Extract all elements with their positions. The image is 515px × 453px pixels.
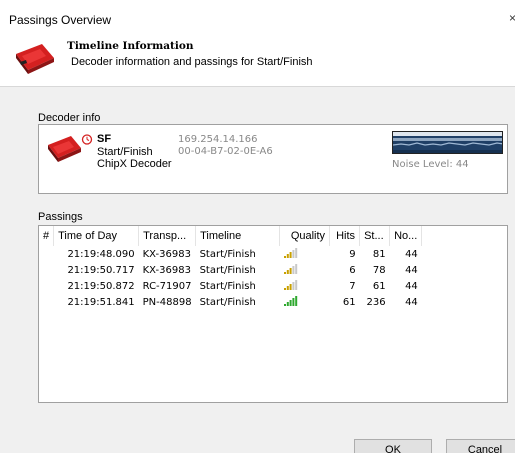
passing-number <box>39 262 54 278</box>
decoder-device-icon <box>48 136 81 162</box>
passing-noise: 44 <box>405 248 418 260</box>
passing-transponder: KX-36983 <box>142 264 191 276</box>
column-header-transponder[interactable]: Transp... <box>138 226 197 246</box>
signal-quality-icon <box>283 279 297 290</box>
passing-noise: 44 <box>405 296 418 308</box>
dialog-header: Timeline Information Decoder information… <box>0 30 515 87</box>
passing-transponder: PN-48898 <box>142 296 192 308</box>
passing-row[interactable]: 21:19:51.841 PN-48898 Start/Finish 61 236 44 <box>39 294 507 310</box>
passing-time: 21:19:50.717 <box>67 264 135 276</box>
ok-button[interactable]: OK <box>354 439 432 453</box>
decoder-info-label: Decoder info <box>38 112 101 124</box>
passing-quality <box>280 294 330 310</box>
alarm-clock-icon <box>81 134 93 145</box>
passing-time: 21:19:50.872 <box>67 280 135 292</box>
row-filler <box>422 262 507 278</box>
row-filler <box>422 246 507 262</box>
passing-noise: 44 <box>405 264 418 276</box>
decoder-ip: 169.254.14.166 <box>178 134 258 145</box>
passing-time: 21:19:48.090 <box>67 248 135 260</box>
window-title: Passings Overview <box>9 13 112 27</box>
passing-hits: 61 <box>342 296 356 308</box>
decoder-info-panel: SF Start/Finish ChipX Decoder 169.254.14… <box>38 124 508 194</box>
column-header-time[interactable]: Time of Day <box>53 226 140 246</box>
row-filler <box>422 278 507 294</box>
signal-quality-icon <box>283 263 297 274</box>
passing-timeline: Start/Finish <box>199 296 256 308</box>
passings-list[interactable]: # Time of Day Transp... Timeline Quality… <box>38 225 508 403</box>
cancel-button[interactable]: Cancel <box>446 439 515 453</box>
passing-number <box>39 294 54 310</box>
passing-number <box>39 278 54 294</box>
column-header-quality[interactable]: Quality <box>279 226 331 246</box>
passing-row[interactable]: 21:19:50.717 KX-36983 Start/Finish 6 78 44 <box>39 262 507 278</box>
passing-quality <box>280 278 330 294</box>
decoder-id: SF <box>97 133 112 145</box>
signal-quality-icon <box>283 295 297 306</box>
decoder-timeline: Start/Finish <box>97 146 153 158</box>
passing-strength: 81 <box>372 248 386 260</box>
passing-strength: 236 <box>366 296 386 308</box>
passing-timeline: Start/Finish <box>199 248 256 260</box>
header-subtitle: Decoder information and passings for Sta… <box>71 56 313 68</box>
passing-transponder: KX-36983 <box>142 248 191 260</box>
column-header-noise[interactable]: No... <box>389 226 423 246</box>
passing-quality <box>280 262 330 278</box>
passing-transponder: RC-71907 <box>142 280 192 292</box>
passings-header-row: # Time of Day Transp... Timeline Quality… <box>39 226 507 246</box>
column-header-timeline[interactable]: Timeline <box>195 226 281 246</box>
passing-hits: 6 <box>349 264 356 276</box>
column-header-hits[interactable]: Hits <box>329 226 361 246</box>
row-filler <box>422 294 507 310</box>
noise-level-label: Noise Level: 44 <box>392 159 469 170</box>
column-header-strength[interactable]: St... <box>359 226 391 246</box>
column-header-filler <box>422 226 507 246</box>
passing-hits: 7 <box>349 280 356 292</box>
passing-hits: 9 <box>349 248 356 260</box>
passing-timeline: Start/Finish <box>199 264 256 276</box>
passing-time: 21:19:51.841 <box>67 296 135 308</box>
passing-strength: 61 <box>372 280 386 292</box>
signal-quality-icon <box>283 247 297 258</box>
decoder-mac: 00-04-B7-02-0E-A6 <box>178 146 273 157</box>
close-icon[interactable]: × <box>509 11 515 25</box>
column-header-number[interactable]: # <box>39 226 55 246</box>
header-title: Timeline Information <box>67 40 194 52</box>
passing-timeline: Start/Finish <box>199 280 256 292</box>
passing-row[interactable]: 21:19:50.872 RC-71907 Start/Finish 7 61 44 <box>39 278 507 294</box>
passings-table: # Time of Day Transp... Timeline Quality… <box>39 226 507 310</box>
passing-quality <box>280 246 330 262</box>
passing-strength: 78 <box>372 264 386 276</box>
passing-noise: 44 <box>405 280 418 292</box>
noise-level-graph <box>392 131 503 154</box>
title-bar: Passings Overview × <box>0 0 515 30</box>
passing-number <box>39 246 54 262</box>
decoder-type: ChipX Decoder <box>97 158 172 170</box>
passing-row[interactable]: 21:19:48.090 KX-36983 Start/Finish 9 81 44 <box>39 246 507 262</box>
passings-label: Passings <box>38 211 83 223</box>
decoder-icon <box>16 44 54 74</box>
